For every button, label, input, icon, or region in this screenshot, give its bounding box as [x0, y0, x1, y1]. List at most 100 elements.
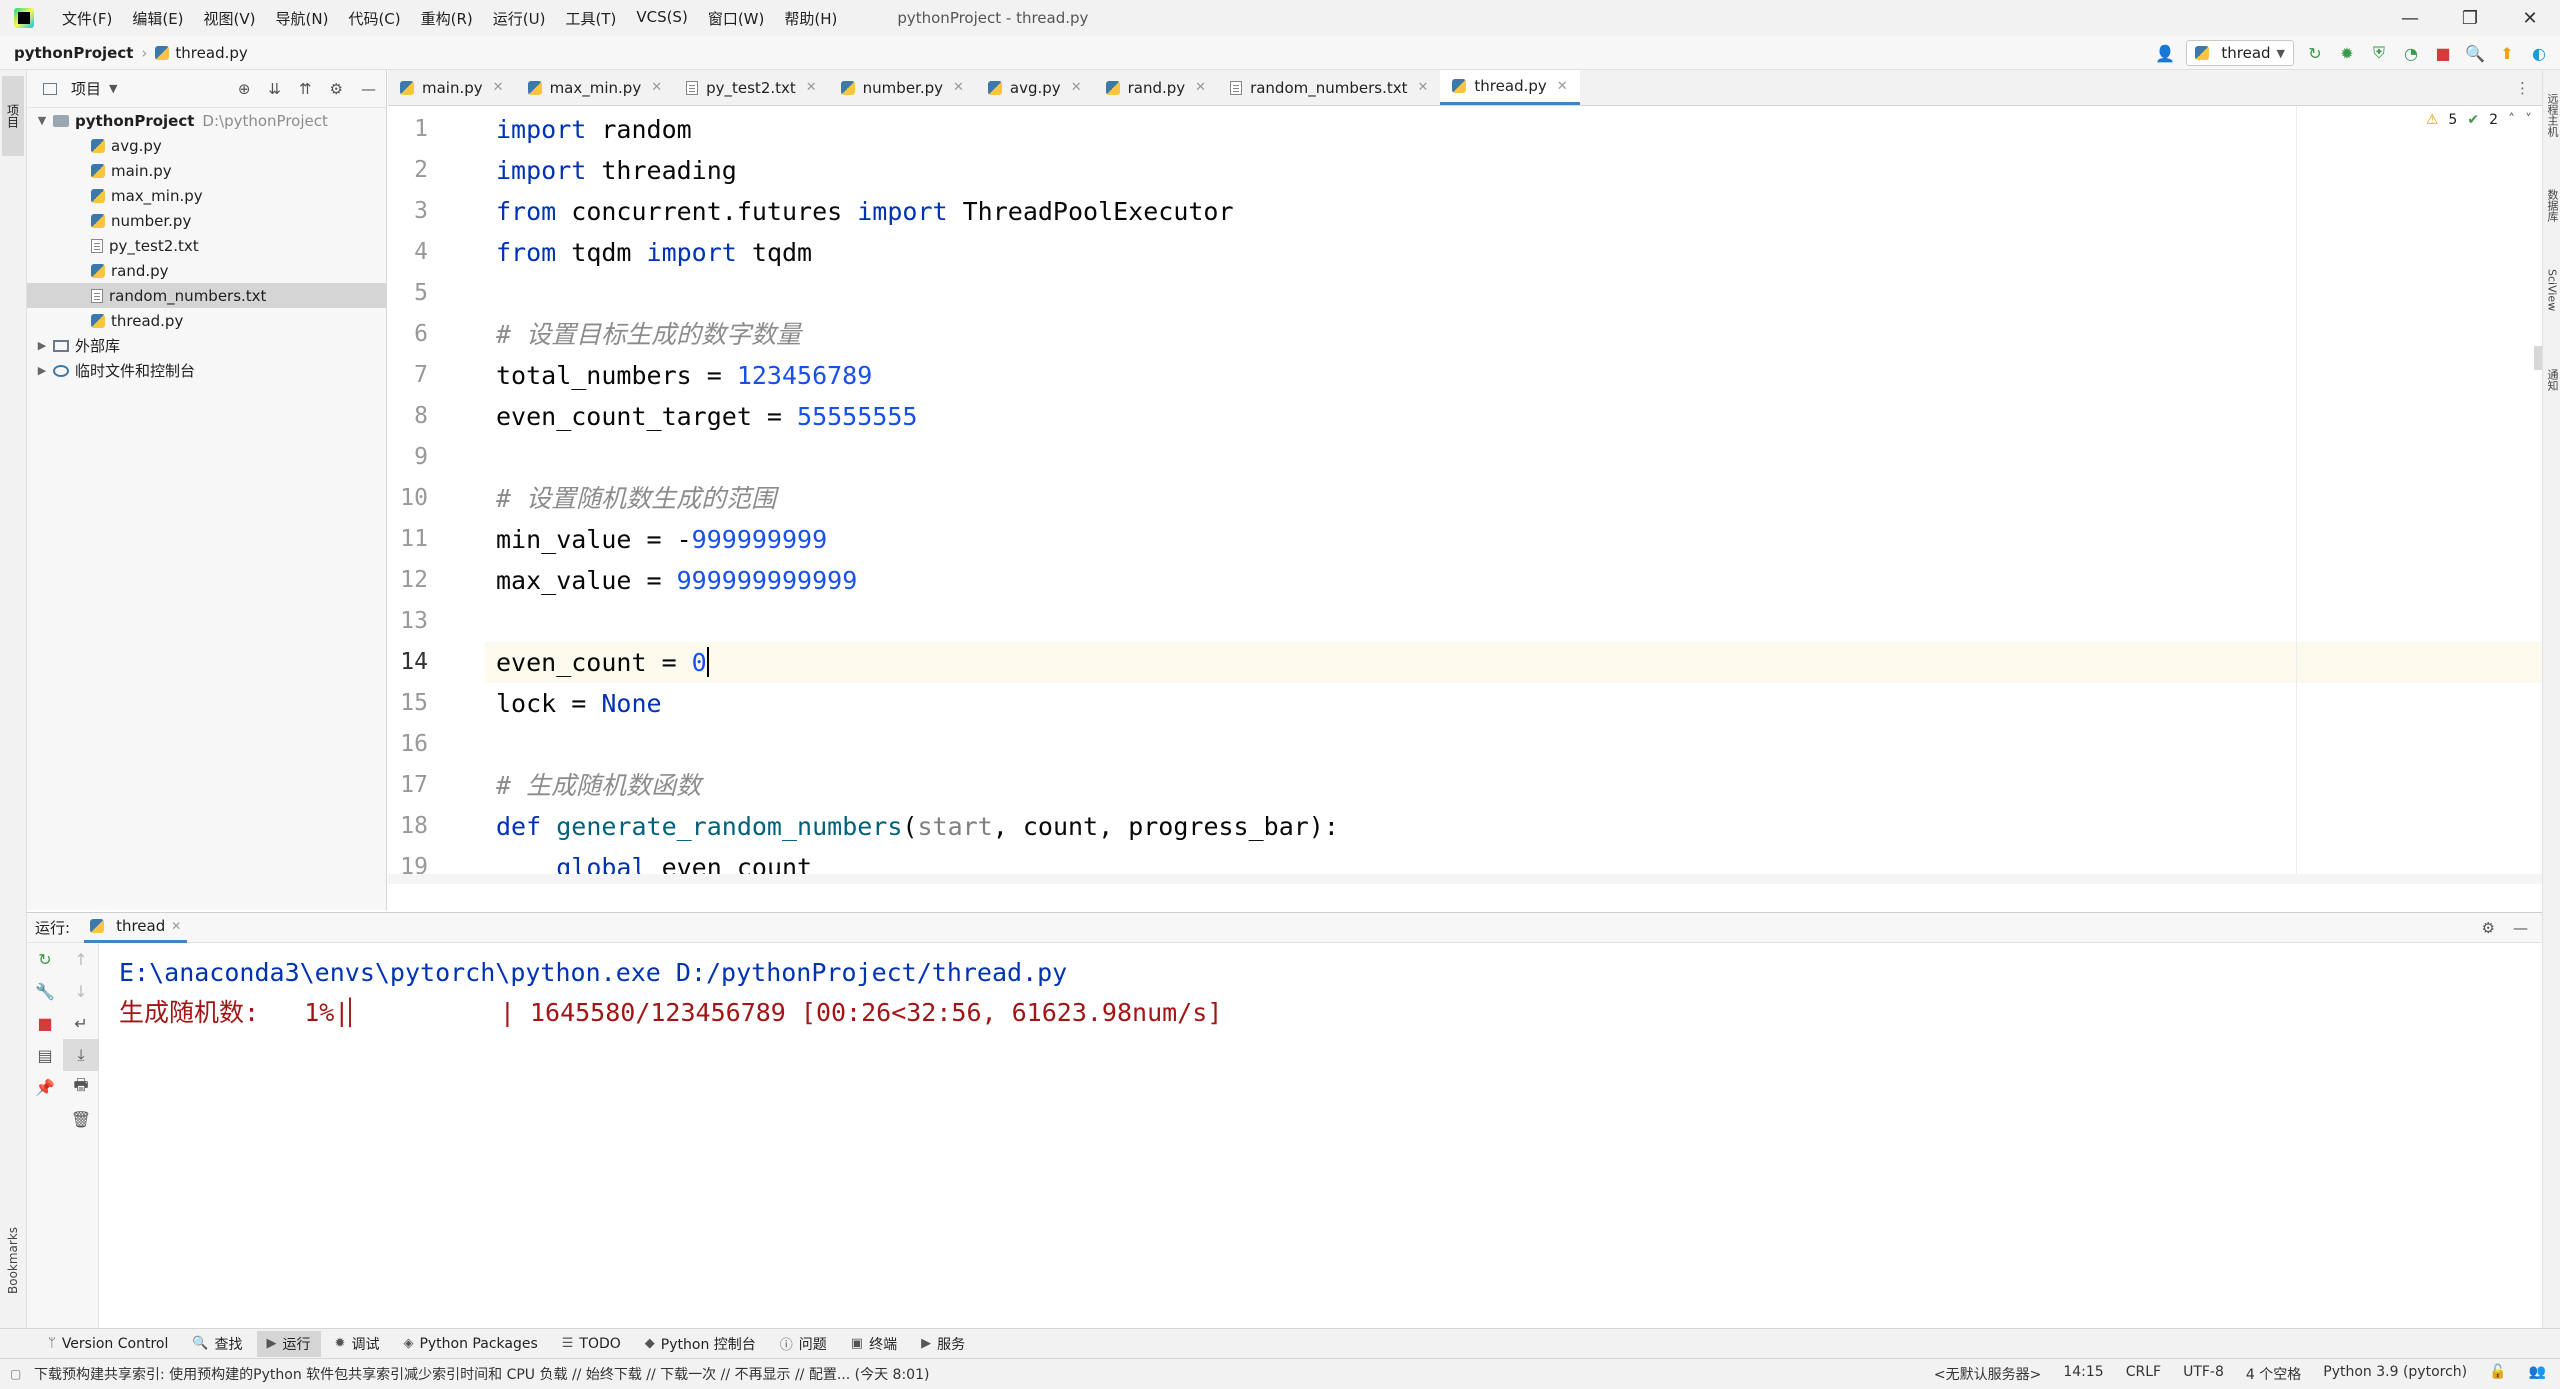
restore-button[interactable]: ❐ [2440, 0, 2500, 36]
bottom-tab[interactable]: ☰ TODO [552, 1331, 631, 1357]
minimize-button[interactable]: — [2380, 0, 2440, 36]
notifications-icon[interactable]: 👥 [2529, 1364, 2546, 1384]
debug-icon[interactable]: ✹ [2336, 42, 2358, 64]
tree-root[interactable]: ▼ pythonProject D:\pythonProject [27, 108, 386, 133]
editor-tab[interactable]: thread.py ✕ [1440, 70, 1580, 105]
code-line[interactable]: import random [496, 109, 692, 150]
breadcrumb-file[interactable]: thread.py [155, 44, 248, 62]
profile-icon[interactable]: ◔ [2400, 42, 2422, 64]
close-icon[interactable]: ✕ [171, 919, 181, 933]
editor-tab[interactable]: py_test2.txt ✕ [674, 70, 829, 105]
expand-all-icon[interactable]: ⇊ [268, 80, 281, 98]
code-line[interactable]: # 生成随机数函数 [496, 765, 701, 806]
menu-item[interactable]: 重构(R) [411, 8, 483, 29]
search-everywhere-icon[interactable]: 🔍 [2464, 42, 2486, 64]
stop-icon[interactable]: ■ [27, 1007, 63, 1039]
code-line[interactable]: # 设置随机数生成的范围 [496, 478, 776, 519]
chevron-right-icon[interactable]: ▶ [35, 339, 49, 352]
breadcrumb-project[interactable]: pythonProject [14, 44, 133, 62]
project-panel-title[interactable]: 项目 [71, 78, 101, 99]
tree-file-item[interactable]: number.py [27, 208, 386, 233]
user-icon[interactable]: 👤 [2154, 42, 2176, 64]
bottom-tab[interactable]: 🔍 查找 [182, 1331, 252, 1357]
run-tab[interactable]: thread ✕ [84, 913, 188, 943]
code-line[interactable]: min_value = -999999999 [496, 519, 827, 560]
notifications-tool-tab[interactable]: 通知 [2544, 355, 2560, 405]
code-line[interactable]: total_numbers = 123456789 [496, 355, 872, 396]
menu-item[interactable]: 代码(C) [338, 8, 410, 29]
menu-item[interactable]: 文件(F) [52, 8, 122, 29]
code-line[interactable]: even_count = 0 [496, 642, 707, 683]
close-icon[interactable]: ✕ [1557, 79, 1568, 94]
chevron-down-icon[interactable]: ˅ [2525, 112, 2532, 128]
menu-item[interactable]: 工具(T) [555, 8, 626, 29]
coverage-icon[interactable]: ⛨ [2368, 42, 2390, 64]
code-line[interactable]: from concurrent.futures import ThreadPoo… [496, 191, 1234, 232]
gear-icon[interactable]: ⚙ [2482, 919, 2495, 937]
bottom-tab[interactable]: ᛘ Version Control [38, 1331, 178, 1357]
project-tool-tab[interactable]: 项目 [2, 76, 24, 156]
editor-tab[interactable]: number.py ✕ [829, 70, 976, 105]
menu-item[interactable]: 编辑(E) [122, 8, 193, 29]
tree-scratches[interactable]: ▶ 临时文件和控制台 [27, 358, 386, 383]
menu-item[interactable]: 视图(V) [194, 8, 266, 29]
console-output[interactable]: E:\anaconda3\envs\pytorch\python.exe D:/… [119, 953, 1222, 1033]
close-icon[interactable]: ✕ [493, 80, 504, 95]
menu-item[interactable]: VCS(S) [626, 8, 697, 29]
bottom-tab[interactable]: ✹ 调试 [325, 1331, 390, 1357]
menu-item[interactable]: 帮助(H) [774, 8, 847, 29]
remote-host-tool-tab[interactable]: 远程主机 [2544, 80, 2560, 150]
status-interpreter[interactable]: Python 3.9 (pytorch) [2323, 1364, 2467, 1384]
status-indent[interactable]: 4 个空格 [2246, 1364, 2301, 1384]
more-tabs-icon[interactable]: ⋮ [2503, 70, 2542, 105]
close-button[interactable]: ✕ [2500, 0, 2560, 36]
arrow-up-icon[interactable]: ↑ [63, 943, 99, 975]
database-tool-tab[interactable]: 数据库 [2544, 175, 2560, 235]
sciview-tool-tab[interactable]: SciView [2544, 250, 2560, 330]
status-encoding[interactable]: UTF-8 [2183, 1364, 2224, 1384]
bottom-tab[interactable]: ◈ Python Packages [393, 1331, 547, 1357]
run-config-selector[interactable]: thread ▼ [2186, 40, 2294, 66]
scroll-to-end-icon[interactable]: ⤓ [63, 1039, 99, 1071]
editor-tab[interactable]: avg.py ✕ [976, 70, 1094, 105]
hide-icon[interactable]: — [361, 80, 376, 98]
status-line-separator[interactable]: CRLF [2126, 1364, 2161, 1384]
close-icon[interactable]: ✕ [953, 80, 964, 95]
editor-tab[interactable]: rand.py ✕ [1094, 70, 1218, 105]
print-icon[interactable]: 🖶 [63, 1071, 99, 1103]
tree-file-item[interactable]: thread.py [27, 308, 386, 333]
update-icon[interactable]: ⬆ [2496, 42, 2518, 64]
bottom-tab[interactable]: ⓘ 问题 [770, 1331, 837, 1357]
tree-file-item[interactable]: random_numbers.txt [27, 283, 386, 308]
bottom-tab[interactable]: ▶ 运行 [256, 1330, 321, 1357]
trash-icon[interactable]: 🗑 [63, 1103, 99, 1135]
code-line[interactable]: from tqdm import tqdm [496, 232, 812, 273]
chevron-down-icon[interactable]: ▼ [35, 114, 49, 127]
rerun-icon[interactable]: ↻ [27, 943, 63, 975]
code-line[interactable]: even_count_target = 55555555 [496, 396, 917, 437]
close-icon[interactable]: ✕ [651, 80, 662, 95]
close-icon[interactable]: ✕ [806, 80, 817, 95]
tree-file-item[interactable]: main.py [27, 158, 386, 183]
editor-tab[interactable]: main.py ✕ [388, 70, 516, 105]
code-editor[interactable]: 1 2 3 4 5 6 7 8 9 10 11 12 13 14 15 16 17 18 19 import ran… [388, 106, 2542, 884]
scrollbar-thumb[interactable] [2534, 346, 2542, 370]
chevron-right-icon[interactable]: ▶ [35, 364, 49, 377]
editor-tab[interactable]: max_min.py ✕ [516, 70, 675, 105]
bottom-tab[interactable]: ▣ 终端 [841, 1331, 907, 1357]
code-line[interactable]: # 设置目标生成的数字数量 [496, 314, 801, 355]
bottom-tab[interactable]: ▶ 服务 [911, 1331, 975, 1357]
stop-icon[interactable]: ■ [2432, 42, 2454, 64]
tree-file-item[interactable]: max_min.py [27, 183, 386, 208]
gear-icon[interactable]: ⚙ [330, 80, 343, 98]
tree-file-item[interactable]: py_test2.txt [27, 233, 386, 258]
menu-item[interactable]: 导航(N) [266, 8, 339, 29]
rerun-icon[interactable]: ↻ [2304, 42, 2326, 64]
soft-wrap-icon[interactable]: ↵ [63, 1007, 99, 1039]
pycharm-logo-icon[interactable] [14, 8, 34, 28]
locate-icon[interactable]: ⊕ [238, 80, 251, 98]
wrench-icon[interactable]: 🔧 [27, 975, 63, 1007]
lock-icon[interactable]: 🔓 [2489, 1364, 2506, 1384]
tree-file-item[interactable]: rand.py [27, 258, 386, 283]
close-icon[interactable]: ✕ [1195, 80, 1206, 95]
